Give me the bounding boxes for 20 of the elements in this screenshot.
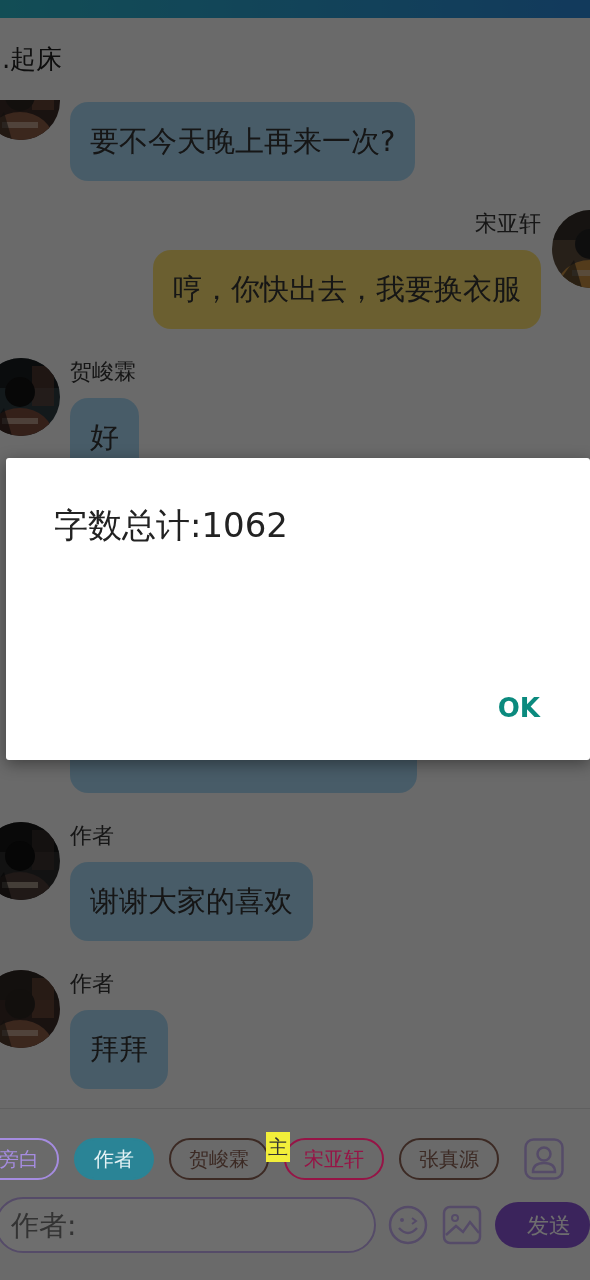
sender-name: 宋亚轩 xyxy=(475,210,541,238)
chat-bubble: 拜拜 xyxy=(70,1010,168,1089)
message-input[interactable]: 作者: xyxy=(0,1197,376,1253)
ok-button[interactable]: OK xyxy=(489,685,548,732)
send-button[interactable]: 发送 xyxy=(495,1202,590,1248)
chat-bubble: 谢谢大家的喜欢 xyxy=(70,862,313,941)
sender-name: 作者 xyxy=(70,970,114,998)
role-chip[interactable]: 作者 xyxy=(74,1138,154,1180)
sender-name: 作者 xyxy=(70,822,114,850)
dialog-message: 字数总计:1062 xyxy=(54,504,289,547)
sender-name: 贺峻霖 xyxy=(70,358,136,386)
chat-bubble: 要不今天晚上再来一次? xyxy=(70,102,416,181)
contact-icon[interactable] xyxy=(524,1138,564,1180)
chat-bubble: 哼，你快出去，我要换衣服 xyxy=(153,250,541,329)
chapter-title: .起床 xyxy=(2,42,63,76)
role-chip[interactable]: 旁白 xyxy=(0,1138,59,1180)
role-chip[interactable]: 张真源 xyxy=(399,1138,499,1180)
main-role-tag: 主 xyxy=(266,1132,290,1162)
emoji-icon[interactable] xyxy=(388,1205,428,1245)
image-icon[interactable] xyxy=(442,1205,482,1245)
